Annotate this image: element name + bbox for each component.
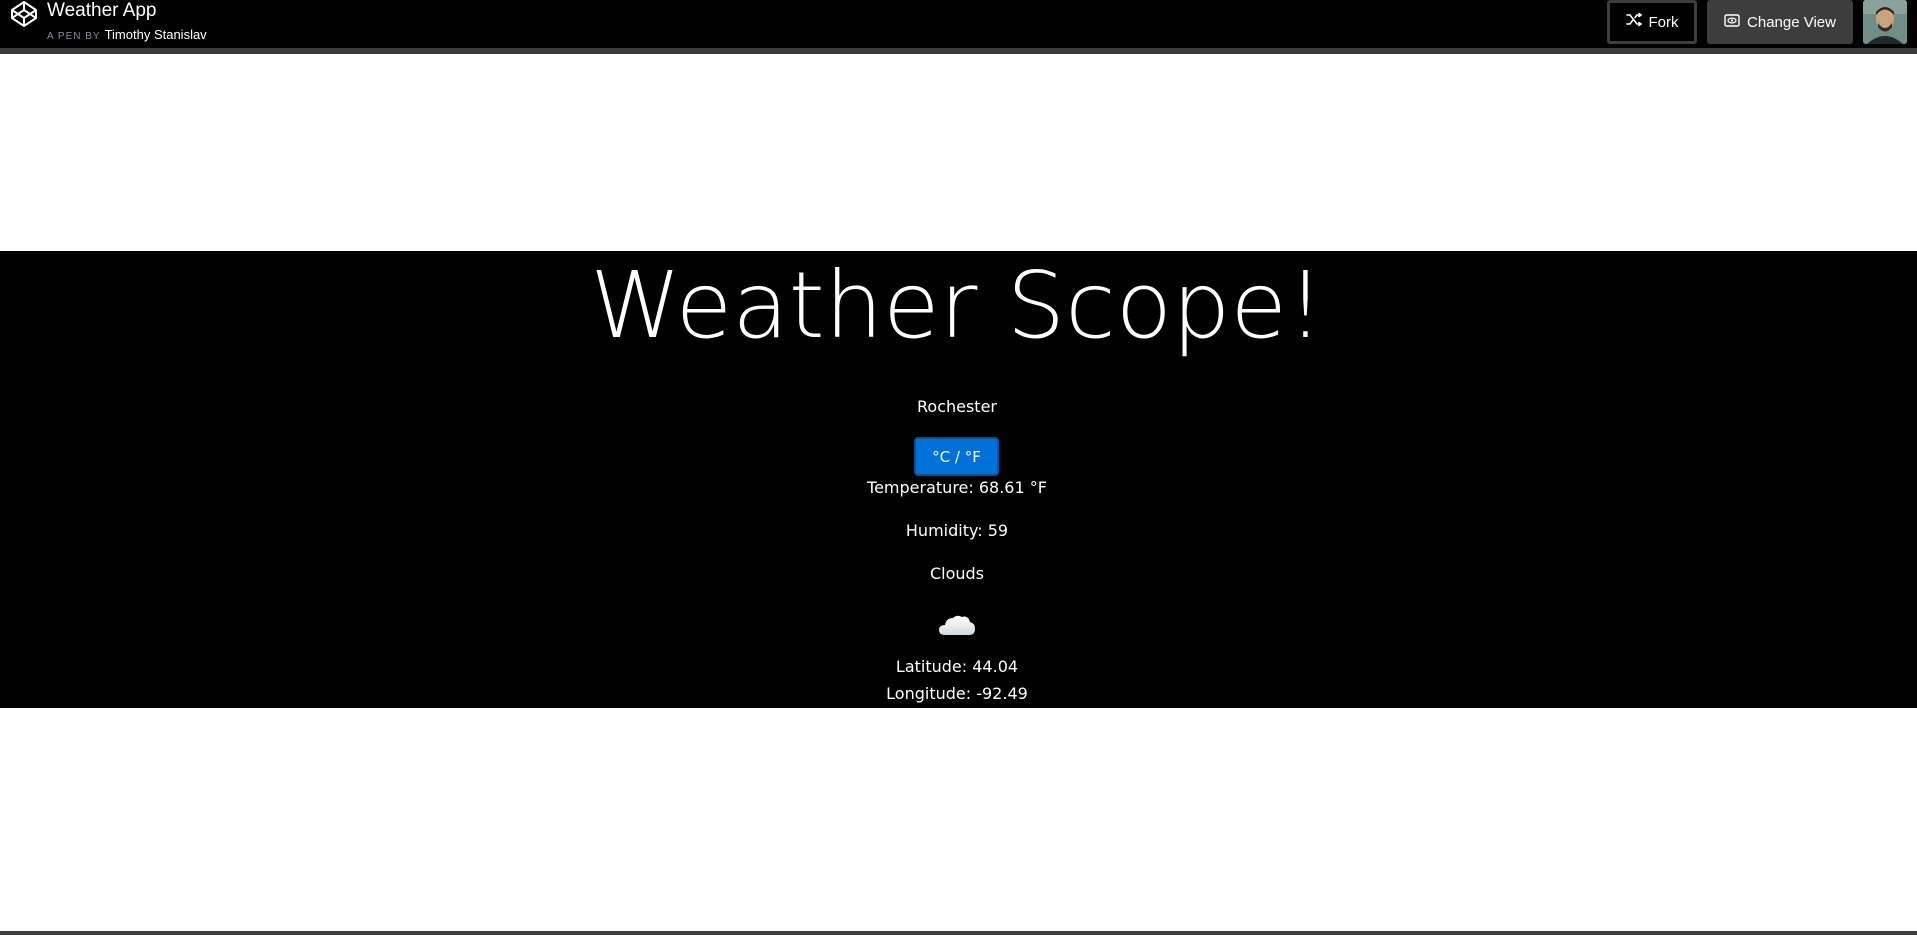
byline-prefix: A PEN BY: [47, 31, 101, 42]
fork-button[interactable]: Fork: [1607, 0, 1697, 44]
unit-toggle-button[interactable]: °C / °F: [914, 437, 999, 476]
change-view-button[interactable]: Change View: [1707, 0, 1853, 44]
author-link[interactable]: Timothy Stanislav: [105, 27, 207, 42]
page-title: Weather Scope!: [590, 252, 1324, 359]
weather-condition: Clouds: [929, 564, 985, 583]
bottom-divider: [0, 931, 1917, 935]
fork-label: Fork: [1648, 13, 1679, 31]
temperature-readout: Temperature: 68.61 °F: [867, 478, 1047, 497]
humidity-readout: Humidity: 59: [905, 521, 1009, 540]
codepen-logo-icon[interactable]: [10, 0, 38, 28]
pen-byline: A PEN BY Timothy Stanislav: [47, 27, 207, 45]
eye-icon: [1724, 13, 1740, 31]
fork-icon: [1625, 12, 1642, 31]
change-view-label: Change View: [1747, 13, 1836, 31]
cloud-icon: [938, 613, 976, 637]
weather-panel: Weather Scope! Rochester °C / °F Tempera…: [0, 251, 1917, 708]
city-name: Rochester: [917, 397, 997, 416]
codepen-header: Weather App A PEN BY Timothy Stanislav Fo…: [0, 0, 1917, 54]
pen-title: Weather App: [47, 0, 157, 21]
latitude-readout: Latitude: 44.04: [895, 657, 1019, 676]
user-avatar[interactable]: [1863, 0, 1907, 44]
longitude-readout: Longitude: -92.49: [886, 684, 1028, 703]
